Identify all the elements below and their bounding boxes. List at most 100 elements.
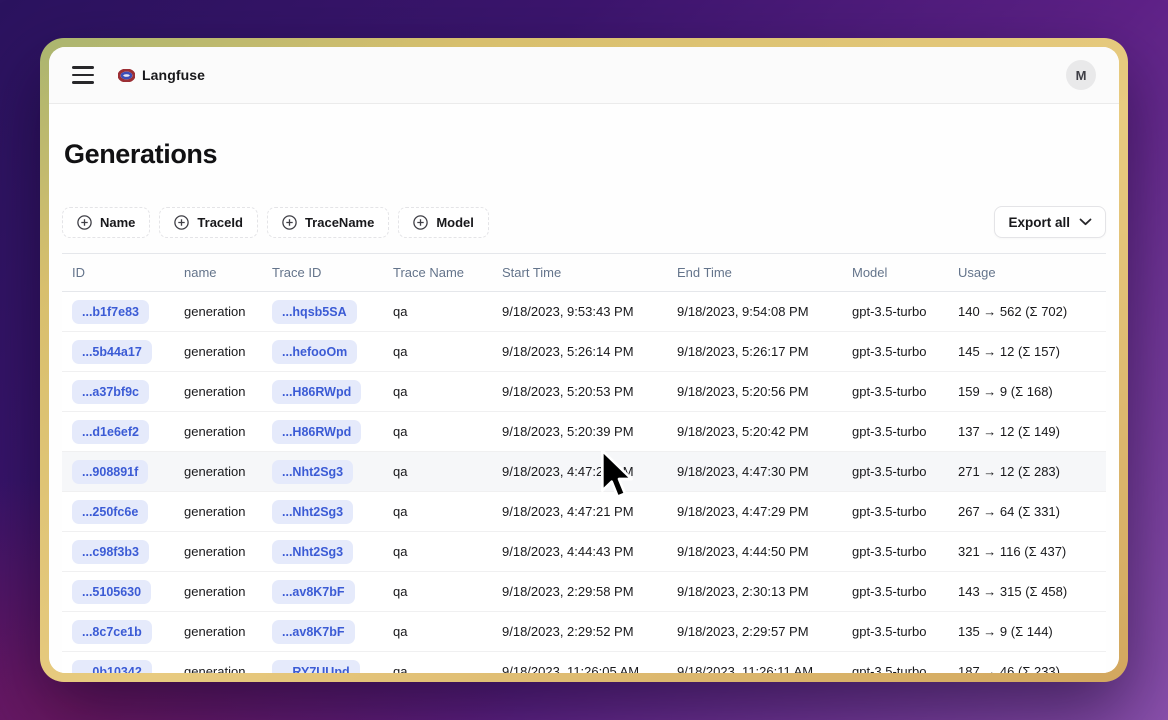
cell-start-time: 9/18/2023, 5:20:39 PM [492, 412, 667, 452]
cell-end-time: 9/18/2023, 2:30:13 PM [667, 572, 842, 612]
cell-end-time: 9/18/2023, 5:26:17 PM [667, 332, 842, 372]
filter-button-name[interactable]: Name [62, 207, 150, 238]
table-row[interactable]: ...c98f3b3 generation ...Nht2Sg3 qa 9/18… [62, 532, 1106, 572]
filter-button-traceid[interactable]: TraceId [159, 207, 258, 238]
generation-id-link[interactable]: ...908891f [72, 460, 148, 484]
cell-trace-name: qa [383, 452, 492, 492]
table-row[interactable]: ...250fc6e generation ...Nht2Sg3 qa 9/18… [62, 492, 1106, 532]
cell-usage: 137 → 12 (Σ 149) [948, 412, 1106, 452]
trace-id-link[interactable]: ...av8K7bF [272, 620, 355, 644]
trace-id-link[interactable]: ...H86RWpd [272, 420, 361, 444]
filter-toolbar: Name TraceId TraceName [62, 206, 1106, 238]
table-row[interactable]: ...0b10342 generation ...RY7UUpd qa 9/18… [62, 652, 1106, 674]
generation-id-link[interactable]: ...5b44a17 [72, 340, 152, 364]
generation-id-link[interactable]: ...a37bf9c [72, 380, 149, 404]
cell-usage: 187 → 46 (Σ 233) [948, 652, 1106, 674]
cell-model: gpt-3.5-turbo [842, 452, 948, 492]
column-header-trace-id: Trace ID [262, 254, 383, 292]
cell-usage: 140 → 562 (Σ 702) [948, 292, 1106, 332]
trace-id-link[interactable]: ...hefooOm [272, 340, 357, 364]
cell-usage: 135 → 9 (Σ 144) [948, 612, 1106, 652]
table-row[interactable]: ...8c7ce1b generation ...av8K7bF qa 9/18… [62, 612, 1106, 652]
main-content: Generations Name TraceId [49, 104, 1119, 673]
cell-trace-name: qa [383, 532, 492, 572]
generation-id-link[interactable]: ...d1e6ef2 [72, 420, 149, 444]
trace-id-link[interactable]: ...av8K7bF [272, 580, 355, 604]
cell-end-time: 9/18/2023, 11:26:11 AM [667, 652, 842, 674]
cell-trace-name: qa [383, 612, 492, 652]
cell-usage: 143 → 315 (Σ 458) [948, 572, 1106, 612]
filter-button-tracename[interactable]: TraceName [267, 207, 389, 238]
menu-icon[interactable] [72, 66, 94, 84]
cell-usage: 145 → 12 (Σ 157) [948, 332, 1106, 372]
cell-model: gpt-3.5-turbo [842, 532, 948, 572]
cell-start-time: 9/18/2023, 4:47:22 PM [492, 452, 667, 492]
plus-circle-icon [174, 215, 189, 230]
cell-end-time: 9/18/2023, 4:47:29 PM [667, 492, 842, 532]
filter-label: Name [100, 215, 135, 230]
cell-end-time: 9/18/2023, 2:29:57 PM [667, 612, 842, 652]
cell-name: generation [174, 292, 262, 332]
trace-id-link[interactable]: ...Nht2Sg3 [272, 460, 353, 484]
export-all-label: Export all [1008, 215, 1070, 230]
app-surface: Langfuse M Generations Name TraceId [49, 47, 1119, 673]
cell-model: gpt-3.5-turbo [842, 292, 948, 332]
column-header-model: Model [842, 254, 948, 292]
column-header-trace-name: Trace Name [383, 254, 492, 292]
table-row[interactable]: ...5b44a17 generation ...hefooOm qa 9/18… [62, 332, 1106, 372]
table-row[interactable]: ...a37bf9c generation ...H86RWpd qa 9/18… [62, 372, 1106, 412]
trace-id-link[interactable]: ...Nht2Sg3 [272, 540, 353, 564]
cell-model: gpt-3.5-turbo [842, 412, 948, 452]
app-window: Langfuse M Generations Name TraceId [40, 38, 1128, 682]
table-row[interactable]: ...d1e6ef2 generation ...H86RWpd qa 9/18… [62, 412, 1106, 452]
column-header-end-time: End Time [667, 254, 842, 292]
plus-circle-icon [282, 215, 297, 230]
cell-model: gpt-3.5-turbo [842, 332, 948, 372]
brand-name: Langfuse [142, 67, 205, 83]
generation-id-link[interactable]: ...8c7ce1b [72, 620, 152, 644]
generation-id-link[interactable]: ...c98f3b3 [72, 540, 149, 564]
user-avatar[interactable]: M [1066, 60, 1096, 90]
table-row[interactable]: ...5105630 generation ...av8K7bF qa 9/18… [62, 572, 1106, 612]
trace-id-link[interactable]: ...H86RWpd [272, 380, 361, 404]
cell-start-time: 9/18/2023, 4:47:21 PM [492, 492, 667, 532]
plus-circle-icon [413, 215, 428, 230]
cell-model: gpt-3.5-turbo [842, 652, 948, 674]
cell-usage: 271 → 12 (Σ 283) [948, 452, 1106, 492]
trace-id-link[interactable]: ...hqsb5SA [272, 300, 357, 324]
column-header-start-time: Start Time [492, 254, 667, 292]
generation-id-link[interactable]: ...5105630 [72, 580, 151, 604]
cell-name: generation [174, 572, 262, 612]
table-row[interactable]: ...b1f7e83 generation ...hqsb5SA qa 9/18… [62, 292, 1106, 332]
column-header-id: ID [62, 254, 174, 292]
langfuse-knot-icon [118, 69, 135, 82]
trace-id-link[interactable]: ...Nht2Sg3 [272, 500, 353, 524]
plus-circle-icon [77, 215, 92, 230]
generation-id-link[interactable]: ...b1f7e83 [72, 300, 149, 324]
generation-id-link[interactable]: ...0b10342 [72, 660, 152, 674]
table-row-hovered[interactable]: ...908891f generation ...Nht2Sg3 qa 9/18… [62, 452, 1106, 492]
cell-trace-name: qa [383, 332, 492, 372]
column-header-usage: Usage [948, 254, 1106, 292]
brand[interactable]: Langfuse [118, 67, 205, 83]
cell-model: gpt-3.5-turbo [842, 572, 948, 612]
cell-model: gpt-3.5-turbo [842, 492, 948, 532]
cell-name: generation [174, 612, 262, 652]
cell-name: generation [174, 452, 262, 492]
cell-trace-name: qa [383, 572, 492, 612]
cell-trace-name: qa [383, 492, 492, 532]
page-title: Generations [64, 139, 1106, 170]
generations-table: ID name Trace ID Trace Name Start Time E… [62, 253, 1106, 673]
trace-id-link[interactable]: ...RY7UUpd [272, 660, 360, 674]
cell-end-time: 9/18/2023, 5:20:56 PM [667, 372, 842, 412]
cell-start-time: 9/18/2023, 5:26:14 PM [492, 332, 667, 372]
cell-end-time: 9/18/2023, 4:47:30 PM [667, 452, 842, 492]
cell-name: generation [174, 532, 262, 572]
filter-button-model[interactable]: Model [398, 207, 489, 238]
cell-trace-name: qa [383, 652, 492, 674]
cell-start-time: 9/18/2023, 2:29:52 PM [492, 612, 667, 652]
cell-end-time: 9/18/2023, 9:54:08 PM [667, 292, 842, 332]
export-all-button[interactable]: Export all [994, 206, 1106, 238]
cell-name: generation [174, 412, 262, 452]
generation-id-link[interactable]: ...250fc6e [72, 500, 148, 524]
